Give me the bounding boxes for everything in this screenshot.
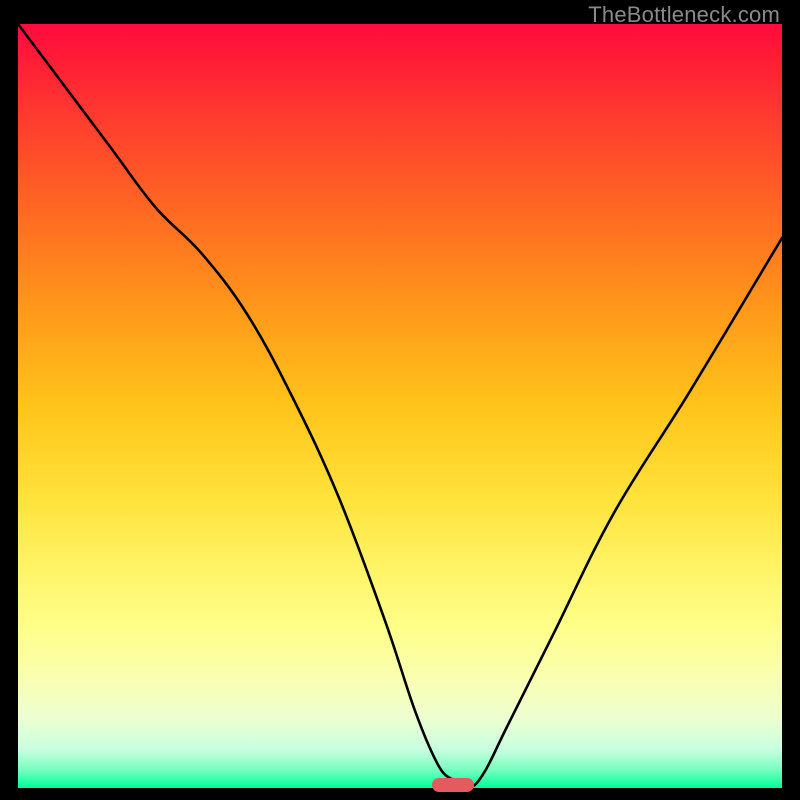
chart-frame: TheBottleneck.com	[0, 0, 800, 800]
bottleneck-curve	[18, 24, 782, 788]
optimal-marker	[432, 778, 474, 792]
plot-area	[18, 24, 782, 788]
curve-svg	[18, 24, 782, 788]
